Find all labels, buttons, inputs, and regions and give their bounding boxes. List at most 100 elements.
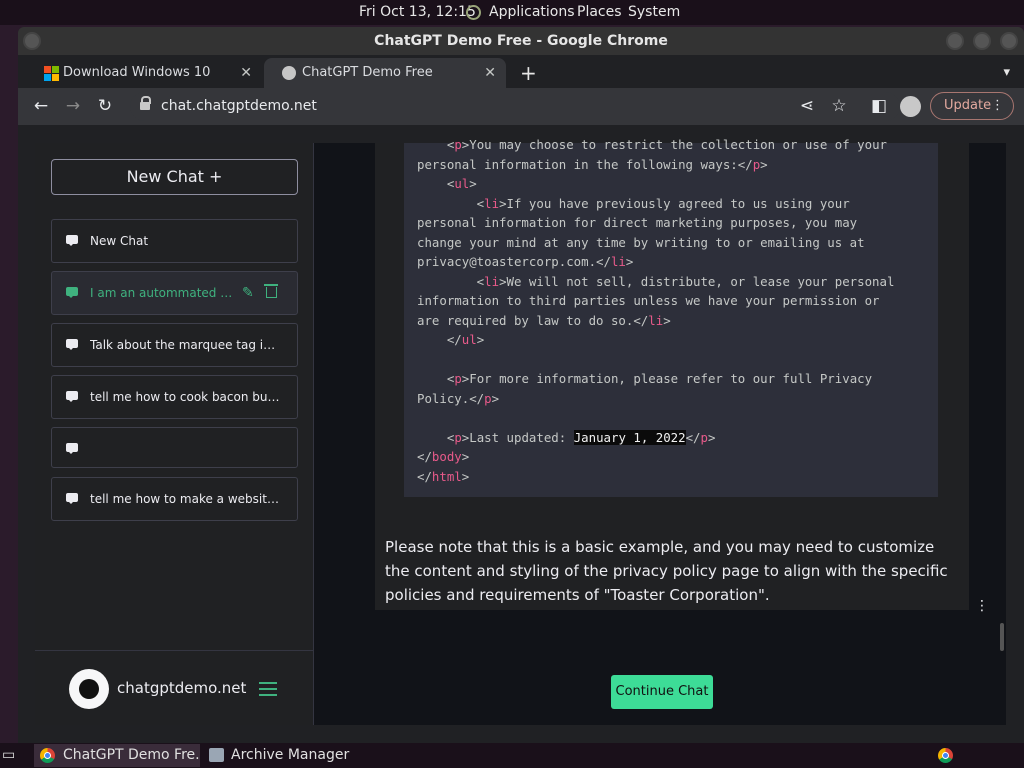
chat-item-active[interactable]: I am an autommated script ✎ (51, 271, 298, 315)
code-token: personal information for direct marketin… (417, 215, 858, 230)
code-text: <p>You may choose to restrict the collec… (417, 135, 894, 486)
tray-chrome-icon[interactable] (938, 748, 953, 763)
menu-applications[interactable]: Applications (489, 4, 575, 20)
code-token: < (417, 273, 485, 289)
code-token: > (707, 429, 716, 445)
code-block: <p>You may choose to restrict the collec… (404, 137, 938, 497)
minimize-icon[interactable] (946, 32, 964, 50)
code-tag-token: p (700, 429, 708, 445)
chat-bubble-icon (66, 493, 78, 504)
side-panel-icon[interactable]: ◧ (866, 93, 892, 119)
code-tag-token: p (454, 137, 462, 152)
code-token: < (417, 195, 485, 211)
selected-text: January 1, 2022 (573, 429, 686, 445)
tab-search-chevron-icon[interactable]: ▾ (1003, 58, 1010, 88)
chat-item[interactable]: tell me how to make a website but write … (51, 477, 298, 521)
code-token: > (760, 156, 768, 172)
code-token: </ (417, 332, 462, 347)
code-tag-token: html (431, 468, 462, 484)
chat-bubble-icon (66, 235, 78, 246)
chat-bubble-icon (66, 391, 78, 402)
taskbar-item-archive-manager[interactable]: Archive Manager (205, 744, 375, 767)
update-label: Update (944, 98, 992, 113)
code-token: >If you have previously agreed to us usi… (499, 195, 850, 211)
code-tag-token: li (484, 195, 500, 211)
continue-chat-button[interactable]: Continue Chat (611, 675, 713, 709)
code-tag-token: p (484, 390, 492, 406)
share-icon[interactable]: ⋖ (794, 93, 820, 119)
show-desktop-icon[interactable]: ▭ (2, 744, 22, 767)
code-token: personal information in the following wa… (417, 156, 753, 172)
chat-item-label: tell me how to make a website but write … (90, 492, 282, 506)
assistant-message: <p>You may choose to restrict the collec… (375, 137, 969, 610)
chat-item-label: Talk about the marquee tag in greater de… (90, 338, 282, 352)
back-icon[interactable]: ← (28, 93, 54, 119)
scrollbar-thumb[interactable] (1000, 623, 1004, 651)
message-options-icon[interactable]: ⋮ (975, 598, 989, 614)
bottom-taskbar: ▭ ChatGPT Demo Fre... Archive Manager (0, 743, 1024, 768)
code-tag-token: body (431, 449, 462, 464)
code-token: > (491, 390, 500, 406)
code-token: >We will not sell, distribute, or lease … (499, 273, 895, 289)
code-tag-token: li (484, 273, 500, 289)
window-menu-icon[interactable] (23, 32, 41, 50)
browser-window: ChatGPT Demo Free - Google Chrome Downlo… (18, 27, 1024, 743)
code-token: > (461, 468, 470, 484)
trash-icon[interactable] (264, 284, 278, 298)
reload-icon[interactable]: ↻ (92, 93, 118, 119)
close-window-icon[interactable] (1000, 32, 1018, 50)
new-tab-icon[interactable]: + (520, 58, 537, 88)
bookmark-star-icon[interactable]: ☆ (826, 93, 852, 119)
code-tag-token: p (454, 429, 462, 445)
sun-icon (79, 679, 99, 699)
taskbar-item-chrome[interactable]: ChatGPT Demo Fre... (34, 744, 200, 767)
code-token: </ (417, 449, 432, 464)
chat-item[interactable]: tell me how to cook bacon but write it l… (51, 375, 298, 419)
window-title: ChatGPT Demo Free - Google Chrome (374, 33, 668, 49)
code-token: > (625, 254, 634, 269)
code-token: information to third parties unless we h… (417, 293, 880, 308)
chat-item-label: I am an autommated script (90, 286, 235, 300)
site-name[interactable]: chatgptdemo.net (117, 679, 246, 697)
new-chat-button[interactable]: New Chat + (51, 159, 298, 195)
browser-toolbar: ← → ↻ chat.chatgptdemo.net ⋖ ☆ ◧ Update … (18, 88, 1024, 125)
edit-pencil-icon[interactable]: ✎ (242, 272, 254, 314)
tab-chatgpt-demo[interactable]: ChatGPT Demo Free ✕ (264, 58, 506, 88)
chat-item[interactable]: New Chat (51, 219, 298, 263)
message-text: Please note that this is a basic example… (385, 538, 948, 604)
code-token: < (417, 371, 455, 386)
clock[interactable]: Fri Oct 13, 12:15 (359, 4, 476, 20)
code-token: privacy@toastercorp.com.</ (417, 254, 611, 269)
chrome-icon (40, 748, 55, 763)
code-token: >For more information, please refer to o… (461, 371, 873, 386)
window-titlebar[interactable]: ChatGPT Demo Free - Google Chrome (18, 27, 1024, 55)
chat-bubble-icon (66, 339, 78, 350)
menu-system[interactable]: System (628, 4, 680, 20)
globe-icon (282, 66, 296, 80)
code-token: > (461, 449, 470, 464)
code-tag-token: p (454, 371, 462, 386)
taskbar-item-label: Archive Manager (231, 747, 350, 763)
code-tag-token: li (648, 312, 664, 328)
url-text: chat.chatgptdemo.net (161, 98, 317, 114)
tab-download-windows[interactable]: Download Windows 10 ✕ (26, 58, 262, 88)
address-bar[interactable]: chat.chatgptdemo.net (130, 92, 900, 121)
lock-icon[interactable] (140, 96, 151, 111)
menu-places[interactable]: Places (577, 4, 622, 20)
update-button[interactable]: Update ⋮ (930, 92, 1014, 120)
profile-avatar-icon[interactable] (900, 96, 921, 117)
forward-icon[interactable]: → (60, 93, 86, 119)
chat-item[interactable] (51, 427, 298, 468)
code-token: < (417, 137, 455, 152)
site-logo[interactable] (69, 669, 109, 709)
archive-icon (209, 748, 224, 762)
code-token: > (663, 312, 671, 328)
web-page: New Chat + New Chat I am an autommated s… (35, 137, 1006, 725)
more-menu-icon[interactable]: ⋮ (991, 93, 1004, 119)
maximize-icon[interactable] (973, 32, 991, 50)
sidebar: New Chat + New Chat I am an autommated s… (35, 143, 314, 725)
tab-close-icon[interactable]: ✕ (484, 58, 496, 88)
hamburger-menu-icon[interactable] (259, 682, 277, 696)
chat-item[interactable]: Talk about the marquee tag in greater de… (51, 323, 298, 367)
tab-close-icon[interactable]: ✕ (240, 58, 252, 88)
